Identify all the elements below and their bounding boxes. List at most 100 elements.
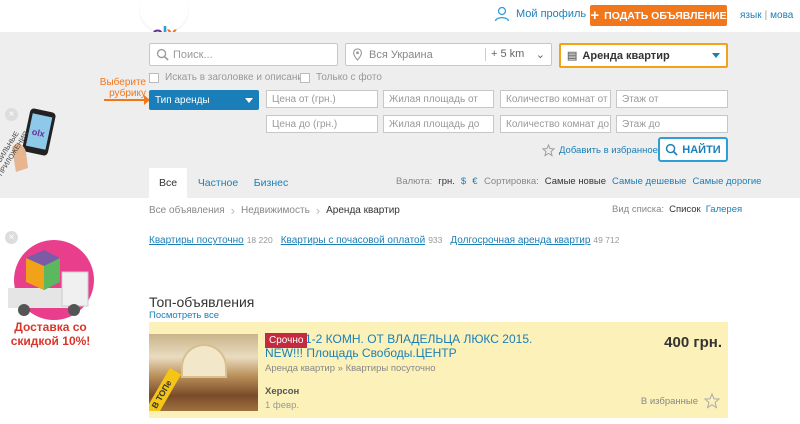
- rooms-from-input[interactable]: Количество комнат от: [500, 90, 611, 108]
- top-ads-title: Топ-объявления: [149, 294, 255, 310]
- subcategory-link[interactable]: Долгосрочная аренда квартир: [450, 235, 590, 246]
- subcategory-count: 49 712: [593, 235, 620, 245]
- ad-photo[interactable]: В ТОПе: [149, 334, 258, 411]
- rent-type-select[interactable]: Тип аренды: [149, 90, 259, 110]
- search-panel: Поиск... Вся Украина + 5 km ⌄ ▤ Аренда кв…: [0, 32, 800, 198]
- view-label: Вид списка:: [612, 204, 665, 215]
- add-favorites-label: Добавить в избранное: [559, 145, 658, 156]
- sort-expensive[interactable]: Самые дорогие: [692, 176, 761, 187]
- ad-price: 400 грн.: [664, 334, 722, 351]
- header: olx Мой профиль + ПОДАТЬ ОБЪЯВЛЕНИЕ язык…: [0, 0, 800, 45]
- search-placeholder: Поиск...: [173, 48, 213, 61]
- ad-card[interactable]: В ТОПе 1-2 КОМН. ОТ ВЛАДЕЛЬЦА ЛЮКС 2015.…: [149, 322, 728, 418]
- breadcrumb-realty[interactable]: Недвижимость: [241, 205, 310, 216]
- subcategory-item: Долгосрочная аренда квартир 49 712: [450, 235, 619, 246]
- find-button[interactable]: НАЙТИ: [658, 137, 728, 162]
- search-input[interactable]: Поиск...: [149, 43, 338, 66]
- subcategory-link[interactable]: Квартиры с почасовой оплатой: [281, 235, 426, 246]
- area-from-input[interactable]: Жилая площадь от: [383, 90, 494, 108]
- chevron-down-icon: ⌄: [535, 49, 545, 61]
- category-value: Аренда квартир: [582, 49, 670, 62]
- search-icon: [156, 48, 169, 61]
- chevron-right-icon: ›: [230, 203, 235, 218]
- subcategory-list: Квартиры посуточно 18 220 Квартиры с поча…: [149, 235, 619, 246]
- lang-ru[interactable]: язык: [740, 10, 762, 21]
- subcategory-count: 18 220: [246, 235, 273, 245]
- post-ad-button[interactable]: + ПОДАТЬ ОБЪЯВЛЕНИЕ: [590, 5, 727, 26]
- subcategory-item: Квартиры с почасовой оплатой 933: [281, 235, 443, 246]
- currency-switch: Валюта: грн. $ €: [396, 176, 477, 187]
- checkbox[interactable]: [149, 72, 159, 83]
- ad-favorite-label: В избранные: [640, 395, 698, 407]
- find-label: НАЙТИ: [682, 143, 721, 156]
- profile-label: Мой профиль: [516, 8, 587, 20]
- floor-from-input[interactable]: Этаж от: [616, 90, 728, 108]
- view-gallery[interactable]: Галерея: [706, 204, 742, 215]
- top-ribbon: В ТОПе: [149, 367, 182, 411]
- check-photo-only-label: Только с фото: [316, 72, 382, 83]
- profile-link[interactable]: Мой профиль: [494, 6, 586, 22]
- subcategory-link[interactable]: Квартиры посуточно: [149, 235, 244, 246]
- rent-type-label: Тип аренды: [155, 94, 210, 106]
- sort-label: Сортировка:: [484, 176, 539, 187]
- tab-private[interactable]: Частное: [196, 168, 240, 198]
- price-to-input[interactable]: Цена до (грн.): [266, 115, 378, 133]
- ad-favorite-button[interactable]: В избранные: [641, 393, 720, 409]
- ad-date: 1 февр.: [265, 400, 299, 411]
- hint-arrow: [104, 95, 150, 105]
- view-switch: Вид списка: Список Галерея: [612, 204, 742, 215]
- top-ads-show-all[interactable]: Посмотреть все: [149, 310, 219, 321]
- ad-city: Херсон: [265, 386, 300, 397]
- check-title-desc[interactable]: Искать в заголовке и описании: [149, 72, 309, 83]
- olx-logo[interactable]: olx: [140, 0, 188, 45]
- delivery-promo-text[interactable]: Доставка со скидкой 10%!: [8, 320, 93, 348]
- sort-newest[interactable]: Самые новые: [545, 176, 606, 187]
- post-ad-label: ПОДАТЬ ОБЪЯВЛЕНИЕ: [604, 9, 727, 22]
- star-icon: [704, 393, 720, 409]
- user-icon: [494, 6, 510, 22]
- ad-title[interactable]: 1-2 КОМН. ОТ ВЛАДЕЛЬЦА ЛЮКС 2015. NEW!!!…: [265, 332, 565, 360]
- radius-value: + 5 km: [491, 48, 525, 60]
- subcategory-item: Квартиры посуточно 18 220: [149, 235, 273, 246]
- breadcrumb-current: Аренда квартир: [326, 205, 400, 216]
- radius-select[interactable]: + 5 km ⌄: [485, 48, 551, 61]
- choose-category-hint: Выберите рубрику: [99, 77, 146, 99]
- dropdown-arrow-icon: [712, 53, 720, 58]
- photo-arch: [181, 344, 227, 378]
- ad-category: Аренда квартир » Квартиры посуточно: [265, 363, 436, 374]
- delivery-truck-icon[interactable]: [4, 236, 96, 322]
- tab-all[interactable]: Все: [149, 168, 187, 198]
- price-from-input[interactable]: Цена от (грн.): [266, 90, 378, 108]
- currency-label: Валюта:: [396, 176, 433, 187]
- chevron-right-icon: ›: [315, 203, 321, 218]
- building-icon: ▤: [567, 50, 578, 62]
- dropdown-arrow-icon: [245, 98, 253, 103]
- check-title-desc-label: Искать в заголовке и описании: [165, 72, 309, 83]
- subcategory-count: 933: [428, 235, 443, 245]
- urgent-badge: Срочно: [265, 333, 308, 348]
- currency-usd[interactable]: $: [461, 176, 466, 187]
- category-select[interactable]: ▤ Аренда квартир: [559, 43, 728, 68]
- check-photo-only[interactable]: Только с фото: [300, 72, 382, 83]
- floor-to-input[interactable]: Этаж до: [616, 115, 728, 133]
- sorting: Сортировка: Самые новые Самые дешевые Самые…: [484, 176, 761, 187]
- area-to-input[interactable]: Жилая площадь до: [383, 115, 494, 133]
- location-value: Вся Украина: [369, 48, 433, 61]
- plus-icon: +: [590, 7, 600, 24]
- checkbox[interactable]: [300, 72, 310, 83]
- currency-uah[interactable]: грн.: [438, 176, 455, 187]
- search-icon: [666, 143, 678, 156]
- rooms-to-input[interactable]: Количество комнат до: [500, 115, 611, 133]
- add-favorites-link[interactable]: Добавить в избранное: [542, 144, 658, 157]
- tab-business[interactable]: Бизнес: [252, 168, 290, 198]
- star-icon: [542, 144, 555, 157]
- view-list[interactable]: Список: [669, 204, 701, 215]
- breadcrumb: Все объявления › Недвижимость › Аренда к…: [149, 203, 400, 218]
- sort-cheapest[interactable]: Самые дешевые: [612, 176, 686, 187]
- location-pin-icon: [353, 48, 362, 61]
- currency-eur[interactable]: €: [472, 176, 477, 187]
- breadcrumb-all[interactable]: Все объявления: [149, 205, 225, 216]
- language-switch: язык | мова: [740, 10, 794, 21]
- lang-ua[interactable]: мова: [770, 10, 793, 21]
- location-input[interactable]: Вся Украина + 5 km ⌄: [345, 43, 552, 66]
